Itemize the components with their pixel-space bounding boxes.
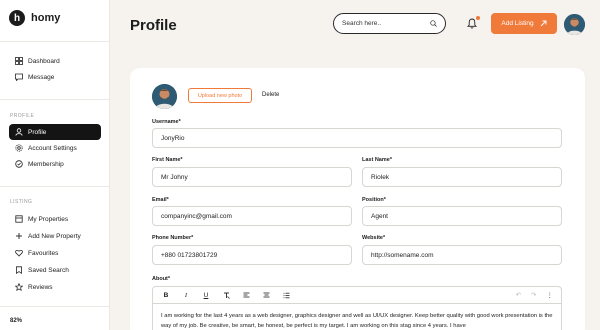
phone-field[interactable]: +880 01723801729 bbox=[152, 245, 352, 265]
more-icon[interactable]: ⋮ bbox=[547, 291, 554, 299]
email-label: Email* bbox=[152, 197, 169, 203]
divider bbox=[0, 99, 110, 100]
email-field[interactable]: companyinc@gmail.com bbox=[152, 206, 352, 226]
sidebar-item-saved-search[interactable]: Saved Search bbox=[9, 262, 101, 278]
align-center-button[interactable] bbox=[261, 292, 271, 299]
brand-name: homy bbox=[31, 12, 61, 24]
properties-icon bbox=[15, 215, 23, 223]
sidebar-item-add-new-property[interactable]: Add New Property bbox=[9, 228, 101, 244]
sidebar-item-favourites[interactable]: Favourites bbox=[9, 245, 101, 261]
bookmark-icon bbox=[15, 266, 23, 274]
align-left-icon bbox=[243, 292, 249, 297]
logo-icon: h bbox=[9, 10, 25, 26]
sidebar-item-label: Dashboard bbox=[28, 57, 60, 65]
sidebar-item-message[interactable]: Message bbox=[9, 69, 101, 85]
delete-photo-button[interactable]: Delete bbox=[262, 92, 279, 98]
clear-format-button[interactable] bbox=[221, 292, 231, 299]
italic-button[interactable]: I bbox=[181, 292, 191, 299]
about-label: About* bbox=[152, 276, 171, 282]
about-textarea[interactable]: I am working for the last 4 years as a w… bbox=[152, 304, 562, 330]
message-icon bbox=[15, 73, 23, 81]
username-label: Username* bbox=[152, 119, 181, 125]
align-center-icon bbox=[263, 292, 269, 297]
redo-icon[interactable]: ↷ bbox=[531, 291, 536, 299]
align-left-button[interactable] bbox=[241, 292, 251, 299]
dashboard-icon bbox=[15, 57, 23, 65]
search-bar[interactable] bbox=[333, 13, 446, 34]
membership-icon bbox=[15, 160, 23, 168]
bold-button[interactable]: B bbox=[161, 292, 171, 299]
sidebar-item-label: Saved Search bbox=[28, 266, 69, 274]
divider bbox=[0, 186, 110, 187]
sidebar-item-label: Reviews bbox=[28, 283, 53, 291]
sidebar: h homy Dashboard Message PROFILE Profile… bbox=[0, 0, 110, 330]
editor-toolbar: B I U ↶ ↷ ⋮ bbox=[152, 286, 562, 304]
plus-icon bbox=[15, 232, 23, 240]
sidebar-item-label: Add New Property bbox=[28, 232, 81, 240]
profile-avatar bbox=[152, 84, 177, 109]
profile-completion: 82% bbox=[10, 318, 23, 324]
last-name-field[interactable]: Riolek bbox=[362, 167, 562, 187]
clear-format-icon bbox=[223, 292, 230, 299]
divider bbox=[0, 306, 110, 307]
first-name-label: First Name* bbox=[152, 157, 183, 163]
sidebar-item-label: Message bbox=[28, 73, 55, 81]
user-icon bbox=[15, 128, 23, 136]
bell-icon[interactable] bbox=[467, 18, 477, 29]
section-label-profile: PROFILE bbox=[10, 113, 35, 119]
arrow-up-right-icon bbox=[540, 20, 547, 27]
list-button[interactable] bbox=[281, 292, 291, 299]
website-label: Website* bbox=[362, 235, 386, 241]
sidebar-item-my-properties[interactable]: My Properties bbox=[9, 211, 101, 227]
search-input[interactable] bbox=[342, 20, 430, 27]
website-field[interactable]: http://somename.com bbox=[362, 245, 562, 265]
profile-card: Upload new photo Delete Username* JonyRi… bbox=[130, 68, 585, 330]
avatar[interactable] bbox=[564, 14, 585, 35]
sidebar-item-label: My Properties bbox=[28, 215, 69, 223]
add-listing-button[interactable]: Add Listing bbox=[491, 13, 557, 34]
sidebar-item-account-settings[interactable]: Account Settings bbox=[9, 140, 101, 156]
sidebar-item-label: Account Settings bbox=[28, 144, 77, 152]
position-label: Position* bbox=[362, 197, 386, 203]
phone-label: Phone Number* bbox=[152, 235, 194, 241]
underline-button[interactable]: U bbox=[201, 292, 211, 299]
sidebar-item-reviews[interactable]: Reviews bbox=[9, 279, 101, 295]
undo-icon[interactable]: ↶ bbox=[516, 291, 521, 299]
sidebar-item-label: Membership bbox=[28, 160, 64, 168]
page-title: Profile bbox=[130, 17, 177, 34]
sidebar-item-membership[interactable]: Membership bbox=[9, 156, 101, 172]
last-name-label: Last Name* bbox=[362, 157, 392, 163]
search-icon[interactable] bbox=[430, 19, 437, 28]
heart-icon bbox=[15, 249, 23, 257]
sidebar-item-dashboard[interactable]: Dashboard bbox=[9, 53, 101, 69]
add-listing-label: Add Listing bbox=[501, 20, 534, 27]
star-icon bbox=[15, 283, 23, 291]
history-controls: ↶ ↷ ⋮ bbox=[516, 291, 561, 299]
sidebar-item-label: Favourites bbox=[28, 249, 59, 257]
section-label-listing: LISTING bbox=[10, 199, 33, 205]
list-icon bbox=[283, 292, 289, 298]
gear-icon bbox=[15, 144, 23, 152]
position-field[interactable]: Agent bbox=[362, 206, 562, 226]
brand-logo[interactable]: h homy bbox=[9, 10, 60, 26]
upload-photo-button[interactable]: Upload new photo bbox=[188, 88, 252, 103]
notification-dot bbox=[476, 16, 480, 20]
sidebar-item-label: Profile bbox=[28, 128, 47, 136]
first-name-field[interactable]: Mr Johny bbox=[152, 167, 352, 187]
divider bbox=[0, 41, 110, 42]
sidebar-item-profile[interactable]: Profile bbox=[9, 124, 101, 140]
username-field[interactable]: JonyRio bbox=[152, 128, 562, 148]
